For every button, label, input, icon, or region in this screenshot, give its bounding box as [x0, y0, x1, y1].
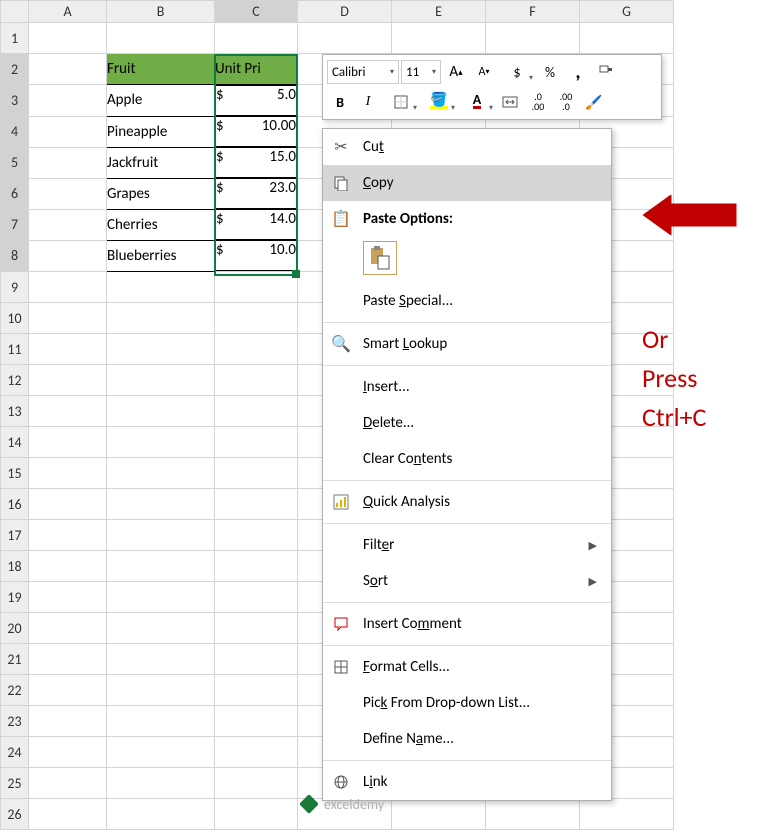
- quick-analysis-icon: [323, 494, 359, 510]
- row-header[interactable]: 14: [1, 427, 29, 458]
- col-header-b[interactable]: B: [107, 1, 215, 23]
- row-header[interactable]: 10: [1, 303, 29, 334]
- row-header[interactable]: 21: [1, 644, 29, 675]
- row-header[interactable]: 8: [1, 240, 29, 272]
- cell-price[interactable]: $5.0: [215, 85, 297, 116]
- cell-fruit[interactable]: Cherries: [107, 209, 215, 240]
- cell-price[interactable]: $14.0: [215, 209, 297, 240]
- select-all-corner[interactable]: [1, 1, 29, 23]
- menu-paste-special[interactable]: Paste Special...: [323, 283, 611, 319]
- cell-fruit[interactable]: Apple: [107, 85, 215, 117]
- font-name-select[interactable]: Calibri▾: [327, 60, 399, 84]
- currency-format-icon[interactable]: $: [499, 59, 535, 85]
- bold-button[interactable]: B: [327, 89, 353, 115]
- clipboard-icon: 📋: [323, 209, 359, 229]
- menu-smart-lookup[interactable]: 🔍 Smart Lookup: [323, 326, 611, 362]
- submenu-arrow-icon: ▶: [589, 575, 603, 588]
- fill-color-icon[interactable]: 🪣: [421, 89, 457, 115]
- cell-fruit[interactable]: Jackfruit: [107, 147, 215, 178]
- menu-insert[interactable]: Insert...: [323, 369, 611, 405]
- cell-fruit[interactable]: Pineapple: [107, 116, 215, 147]
- menu-sort[interactable]: Sort ▶: [323, 563, 611, 599]
- paste-default-icon[interactable]: [363, 241, 397, 275]
- scissors-icon: ✂: [323, 137, 359, 157]
- percent-format-icon[interactable]: %: [537, 59, 563, 85]
- row-header[interactable]: 18: [1, 551, 29, 582]
- menu-clear-contents[interactable]: Clear Contents: [323, 441, 611, 477]
- menu-pick-dropdown[interactable]: Pick From Drop-down List...: [323, 685, 611, 721]
- table-header-price[interactable]: Unit Pri: [215, 54, 298, 85]
- row-header[interactable]: 1: [1, 23, 29, 54]
- comma-format-icon[interactable]: ,: [565, 59, 591, 85]
- row-header[interactable]: 22: [1, 675, 29, 706]
- copy-icon: [323, 175, 359, 191]
- merge-center-icon[interactable]: [497, 89, 523, 115]
- mini-toolbar: Calibri▾ 11▾ A▴ A▾ $ % , B I 🪣 A .0.00 .…: [322, 54, 662, 120]
- row-header[interactable]: 6: [1, 178, 29, 209]
- decrease-decimal-icon[interactable]: .00.0: [553, 89, 579, 115]
- cell-price[interactable]: $10.00: [215, 116, 297, 147]
- row-header[interactable]: 4: [1, 116, 29, 147]
- format-cells-icon: [323, 660, 359, 674]
- row-header[interactable]: 20: [1, 613, 29, 644]
- font-size-select[interactable]: 11▾: [401, 60, 441, 84]
- row-header[interactable]: 25: [1, 768, 29, 799]
- search-icon: 🔍: [323, 334, 359, 354]
- font-color-icon[interactable]: A: [459, 89, 495, 115]
- context-menu: ✂ Cut Copy 📋 Paste Options: Paste Specia…: [322, 128, 612, 801]
- row-header[interactable]: 16: [1, 489, 29, 520]
- annotation-arrow-icon: [640, 195, 740, 235]
- increase-decimal-icon[interactable]: .0.00: [525, 89, 551, 115]
- menu-define-name[interactable]: Define Name...: [323, 721, 611, 757]
- col-header-f[interactable]: F: [486, 1, 580, 23]
- format-painter-icon[interactable]: [593, 59, 619, 85]
- col-header-e[interactable]: E: [392, 1, 486, 23]
- row-header[interactable]: 3: [1, 85, 29, 117]
- cell-price[interactable]: $23.0: [215, 178, 297, 209]
- watermark: exceldemy: [300, 795, 384, 813]
- decrease-font-icon[interactable]: A▾: [471, 59, 497, 85]
- cell-fruit[interactable]: Blueberries: [107, 240, 215, 272]
- table-header-fruit[interactable]: Fruit: [107, 54, 215, 85]
- row-header[interactable]: 5: [1, 147, 29, 178]
- row-header[interactable]: 7: [1, 209, 29, 240]
- row-header[interactable]: 24: [1, 737, 29, 768]
- row-header[interactable]: 15: [1, 458, 29, 489]
- cell-fruit[interactable]: Grapes: [107, 178, 215, 209]
- paste-options-row: [323, 237, 611, 283]
- annotation-text: Or Press Ctrl+C: [642, 320, 706, 437]
- row-header[interactable]: 9: [1, 272, 29, 303]
- comment-icon: [323, 617, 359, 631]
- row-header[interactable]: 13: [1, 396, 29, 427]
- row-header[interactable]: 26: [1, 799, 29, 830]
- row-header[interactable]: 12: [1, 365, 29, 396]
- col-header-c[interactable]: C: [215, 1, 298, 23]
- menu-quick-analysis[interactable]: Quick Analysis: [323, 484, 611, 520]
- col-header-d[interactable]: D: [298, 1, 392, 23]
- menu-filter[interactable]: Filter ▶: [323, 527, 611, 563]
- borders-icon[interactable]: [383, 89, 419, 115]
- link-icon: [323, 774, 359, 790]
- col-header-g[interactable]: G: [580, 1, 674, 23]
- menu-copy[interactable]: Copy: [323, 165, 611, 201]
- menu-format-cells[interactable]: Format Cells...: [323, 649, 611, 685]
- format-painter-brush-icon[interactable]: 🖌️: [581, 89, 607, 115]
- row-header[interactable]: 17: [1, 520, 29, 551]
- increase-font-icon[interactable]: A▴: [443, 59, 469, 85]
- menu-cut[interactable]: ✂ Cut: [323, 129, 611, 165]
- cell-price[interactable]: $15.0: [215, 147, 297, 178]
- row-header[interactable]: 2: [1, 54, 29, 85]
- row-header[interactable]: 11: [1, 334, 29, 365]
- col-header-a[interactable]: A: [29, 1, 107, 23]
- row-header[interactable]: 23: [1, 706, 29, 737]
- menu-insert-comment[interactable]: Insert Comment: [323, 606, 611, 642]
- italic-button[interactable]: I: [355, 89, 381, 115]
- row-header[interactable]: 19: [1, 582, 29, 613]
- menu-delete[interactable]: Delete...: [323, 405, 611, 441]
- menu-paste-options-header: 📋 Paste Options:: [323, 201, 611, 237]
- submenu-arrow-icon: ▶: [589, 539, 603, 552]
- cell-price[interactable]: $10.0: [215, 240, 297, 271]
